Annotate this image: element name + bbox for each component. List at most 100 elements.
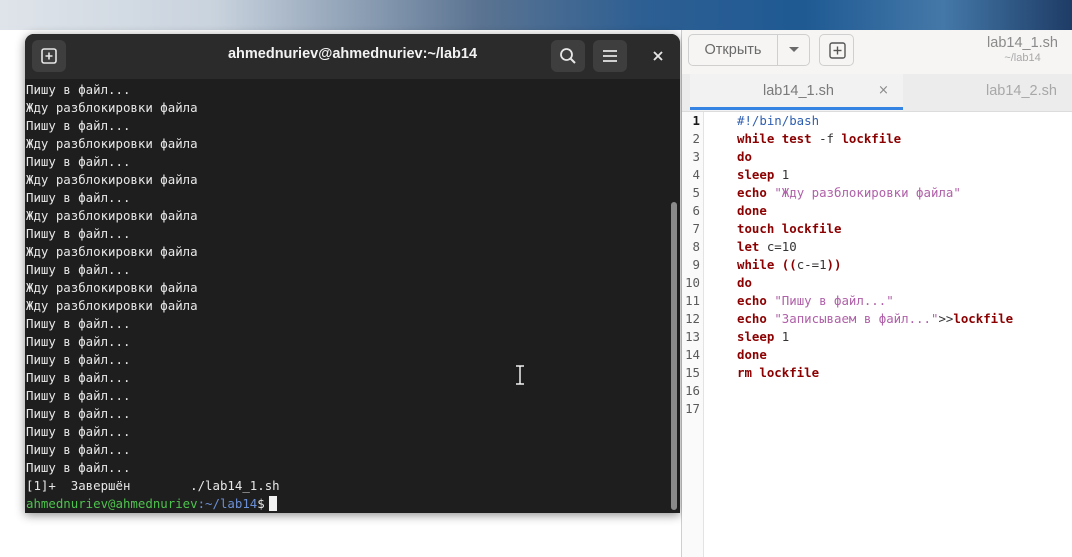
code-line[interactable]: done: [737, 202, 767, 220]
menu-button[interactable]: [593, 40, 627, 72]
code-keyword: done: [737, 203, 767, 218]
line-number: 6: [692, 203, 700, 218]
line-number: 9: [692, 257, 700, 272]
code-line[interactable]: do: [737, 148, 752, 166]
terminal-output-line: Пишу в файл...: [26, 388, 131, 403]
terminal-window: ahmednuriev@ahmednuriev:~/lab14 Пишу в ф…: [25, 34, 680, 513]
prompt-user: ahmednuriev@ahmednuriev: [26, 496, 198, 511]
code-keyword: done: [737, 347, 767, 362]
code-line[interactable]: echo "Записываем в файл...">>lockfile: [737, 310, 1013, 328]
prompt-symbol: $: [257, 496, 265, 511]
tab-close-icon[interactable]: ×: [878, 83, 889, 98]
code-line[interactable]: echo "Жду разблокировки файла": [737, 184, 961, 202]
terminal-output-line: Пишу в файл...: [26, 154, 131, 169]
code-comment: #!/bin/bash: [737, 113, 820, 128]
code-line[interactable]: echo "Пишу в файл...": [737, 292, 894, 310]
line-number: 3: [692, 149, 700, 164]
code-line[interactable]: rm lockfile: [737, 364, 819, 382]
terminal-output-line: Пишу в файл...: [26, 226, 131, 241]
terminal-output-line: Пишу в файл...: [26, 334, 131, 349]
code-text: 1: [774, 167, 790, 182]
code-string: "Записываем в файл...": [774, 311, 939, 326]
chevron-down-icon[interactable]: [788, 46, 800, 54]
desktop-wallpaper: [0, 0, 1072, 30]
code-line[interactable]: let c=10: [737, 238, 797, 256]
code-keyword: ((: [781, 257, 797, 272]
close-button[interactable]: [641, 40, 675, 72]
terminal-output-line: Жду разблокировки файла: [26, 208, 198, 223]
terminal-prompt[interactable]: ahmednuriev@ahmednuriev:~/lab14$: [26, 495, 277, 513]
line-number: 8: [692, 239, 700, 254]
code-keyword: do: [737, 275, 752, 290]
code-keyword: echo: [737, 311, 767, 326]
terminal-output-line: Пишу в файл...: [26, 406, 131, 421]
terminal-output-line: Пишу в файл...: [26, 316, 131, 331]
editor-tab-bar: lab14_1.sh × lab14_2.sh: [682, 74, 1072, 112]
code-keyword: while: [737, 257, 775, 272]
editor-title-block: lab14_1.sh ~/lab14: [987, 35, 1058, 64]
line-number: 16: [685, 383, 700, 398]
terminal-output-line: Пишу в файл...: [26, 82, 131, 97]
open-button[interactable]: Открыть: [688, 34, 810, 66]
new-document-icon: [829, 42, 846, 59]
text-editor-window: Открыть lab14_1.sh ~/lab14 lab14_1.sh × …: [682, 30, 1072, 557]
terminal-output-line: Пишу в файл...: [26, 424, 131, 439]
line-number: 2: [692, 131, 700, 146]
text-cursor-icon: [516, 365, 524, 385]
code-keyword: touch lockfile: [737, 221, 842, 236]
search-button[interactable]: [551, 40, 585, 72]
code-line[interactable]: sleep 1: [737, 328, 789, 346]
code-text: c=10: [759, 239, 797, 254]
terminal-output-line: Жду разблокировки файла: [26, 136, 198, 151]
code-text: 1: [774, 329, 790, 344]
code-text: c-=1: [796, 257, 827, 272]
tab-lab14-2[interactable]: lab14_2.sh: [986, 83, 1057, 99]
code-line[interactable]: done: [737, 346, 767, 364]
line-number: 10: [685, 275, 700, 290]
terminal-output-line: Жду разблокировки файла: [26, 172, 198, 187]
terminal-output-line: Пишу в файл...: [26, 118, 131, 133]
code-keyword: lockfile: [953, 311, 1014, 326]
editor-subtitle: ~/lab14: [1004, 52, 1041, 64]
code-keyword: do: [737, 149, 752, 164]
terminal-output-line: Жду разблокировки файла: [26, 244, 198, 259]
new-document-button[interactable]: [819, 34, 854, 66]
terminal-output-line: Пишу в файл...: [26, 190, 131, 205]
line-number: 7: [692, 221, 700, 236]
editor-header-bar: Открыть lab14_1.sh ~/lab14: [682, 30, 1072, 74]
line-number: 12: [685, 311, 700, 326]
tab-lab14-1-label[interactable]: lab14_1.sh: [763, 83, 834, 99]
code-keyword: let: [737, 239, 760, 254]
terminal-output-line: [1]+ Завершён ./lab14_1.sh: [26, 478, 280, 493]
line-number: 15: [685, 365, 700, 380]
terminal-output[interactable]: Пишу в файл... Жду разблокировки файла Пиш…: [25, 79, 668, 513]
code-line[interactable]: touch lockfile: [737, 220, 841, 238]
line-number: 13: [685, 329, 700, 344]
terminal-output-line: Пишу в файл...: [26, 460, 131, 475]
code-line[interactable]: do: [737, 274, 752, 292]
code-keyword: echo: [737, 185, 767, 200]
code-keyword: while test: [737, 131, 812, 146]
code-line[interactable]: while ((c-=1)): [737, 256, 841, 274]
terminal-cursor: [268, 496, 277, 511]
line-number: 5: [692, 185, 700, 200]
line-number: 17: [685, 401, 700, 416]
terminal-output-line: Пишу в файл...: [26, 370, 131, 385]
line-number: 1: [692, 113, 700, 128]
line-number: 4: [692, 167, 700, 182]
code-line[interactable]: sleep 1: [737, 166, 789, 184]
hamburger-menu-icon: [603, 50, 617, 62]
prompt-path: :~/lab14: [197, 496, 258, 511]
close-icon: [653, 51, 663, 61]
code-keyword: rm lockfile: [737, 365, 820, 380]
active-tab-indicator: [690, 107, 903, 110]
terminal-output-line: Пишу в файл...: [26, 442, 131, 457]
line-number-gutter: 1 2 3 4 5 6 7 8 9 10 11 12 13 14 15 16 17: [682, 112, 704, 557]
code-keyword: lockfile: [841, 131, 902, 146]
code-string: "Жду разблокировки файла": [774, 185, 961, 200]
code-line[interactable]: #!/bin/bash: [737, 112, 819, 130]
open-button-divider: [777, 35, 778, 65]
code-line[interactable]: while test -f lockfile: [737, 130, 901, 148]
terminal-scrollbar-thumb[interactable]: [671, 202, 677, 510]
